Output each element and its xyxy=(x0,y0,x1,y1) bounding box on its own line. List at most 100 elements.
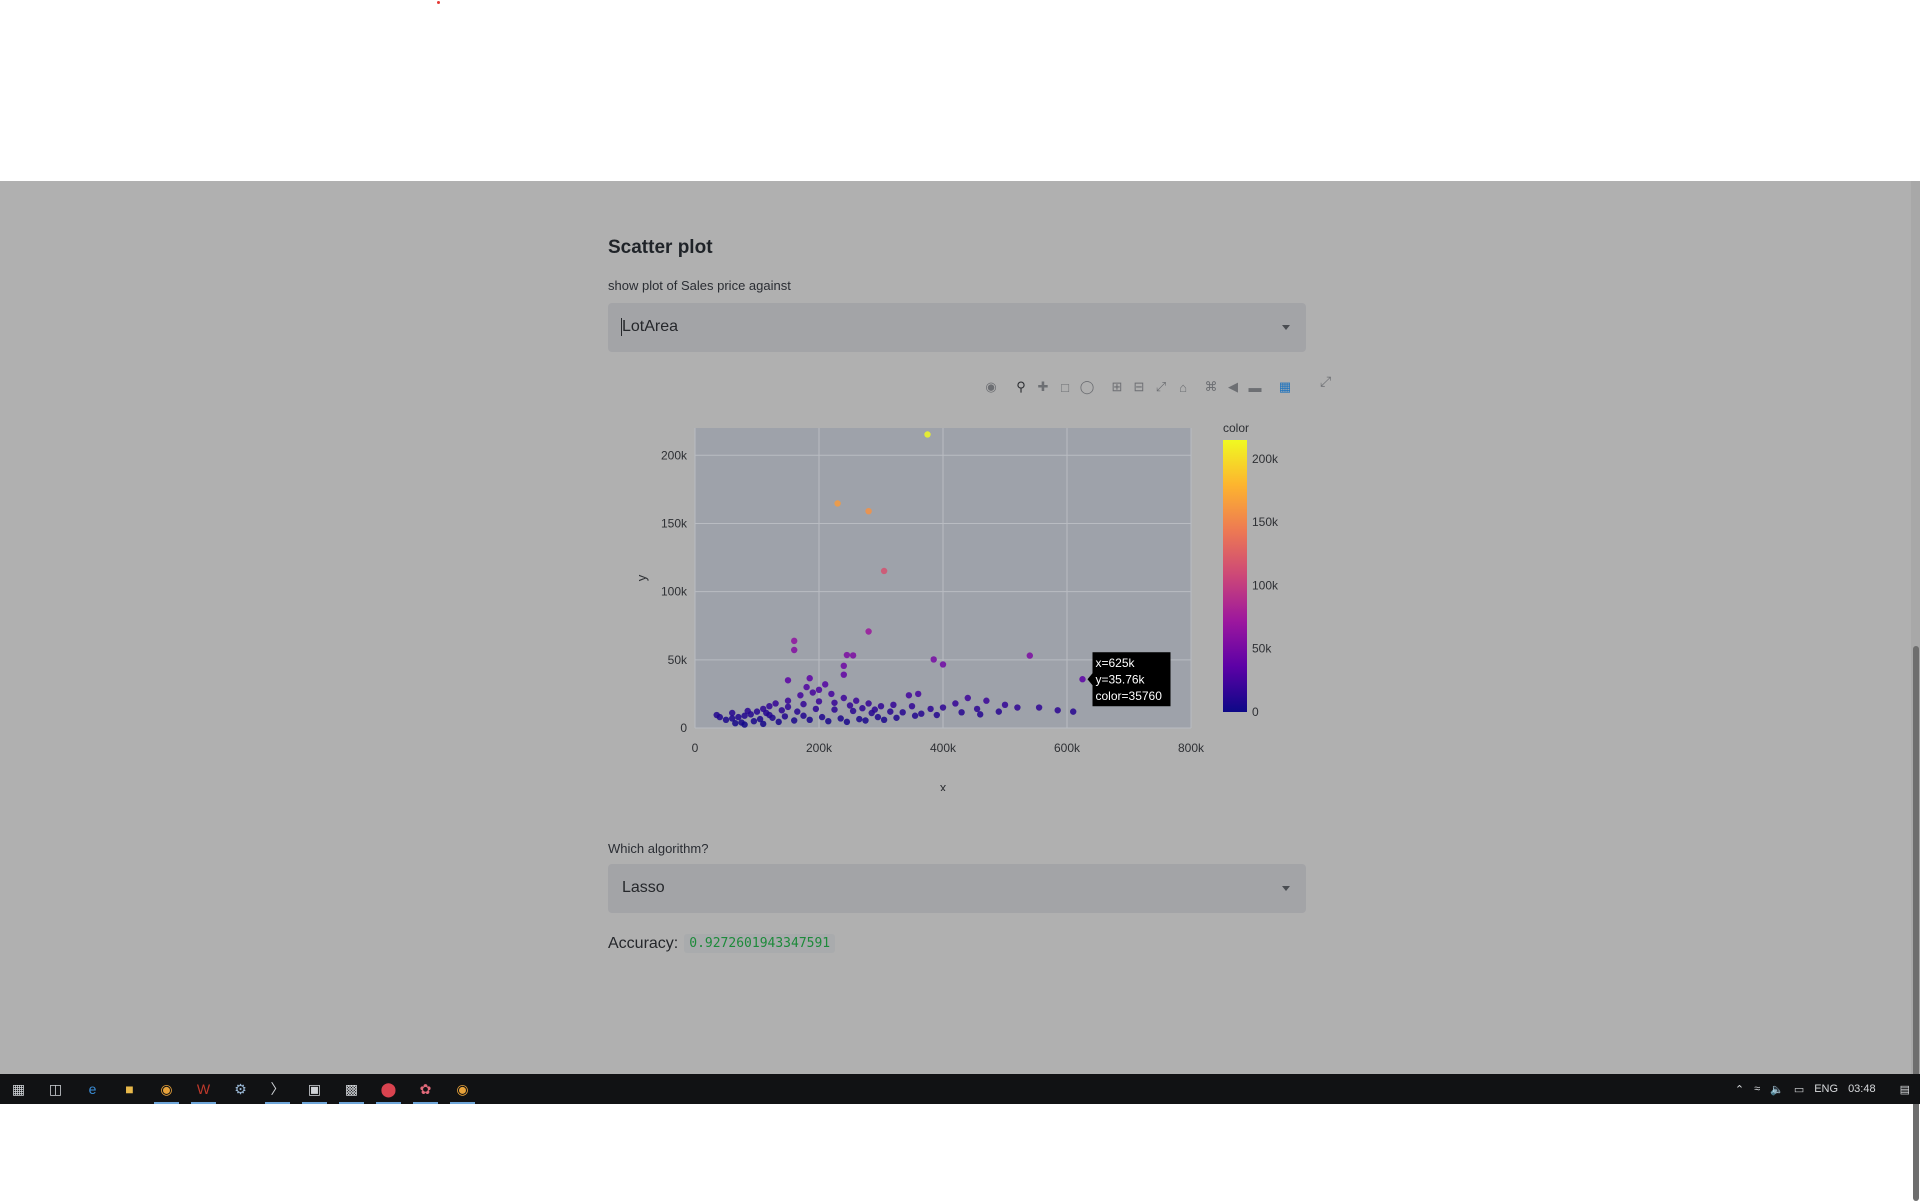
data-point xyxy=(778,707,785,714)
tooltip-line1: x=625k xyxy=(1096,656,1136,670)
data-point xyxy=(924,431,931,438)
data-point xyxy=(791,637,798,645)
data-point xyxy=(995,708,1002,715)
colorbar-tick-label: 0 xyxy=(1252,705,1259,719)
steam-icon[interactable]: ⚙ xyxy=(222,1074,259,1104)
data-point xyxy=(853,697,860,704)
data-point xyxy=(815,686,823,694)
scatter-chart[interactable]: 0 200k 400k 600k 800k 0 50k 100k 150k 200k x y color… xyxy=(608,411,1328,791)
y-tick-label: 100k xyxy=(661,585,688,599)
camera-icon[interactable]: ◉ xyxy=(980,377,1002,397)
autoscale-icon[interactable]: ⤢ xyxy=(1150,377,1172,397)
data-point xyxy=(859,705,866,712)
data-point xyxy=(1079,676,1086,683)
data-point xyxy=(809,689,816,696)
x-tick-label: 0 xyxy=(692,741,699,755)
data-point xyxy=(794,708,801,715)
accuracy-value: 0.9272601943347591 xyxy=(684,934,836,953)
data-point xyxy=(729,709,736,717)
notification-icon[interactable]: ▤ xyxy=(1900,1083,1910,1096)
data-point xyxy=(905,692,913,699)
terminal-icon[interactable]: 〉 xyxy=(259,1074,296,1104)
data-point xyxy=(887,708,894,715)
chevron-up-icon[interactable]: ⌃ xyxy=(1735,1083,1744,1096)
windows-start-icon[interactable]: ▦ xyxy=(0,1074,37,1104)
language-indicator[interactable]: ENG xyxy=(1814,1083,1838,1095)
data-point xyxy=(791,646,798,654)
hover-closest-icon[interactable]: ◀ xyxy=(1222,377,1244,397)
spike-lines-icon[interactable]: ⌘ xyxy=(1200,377,1222,397)
data-point xyxy=(843,718,851,726)
edge-icon[interactable]: e xyxy=(74,1074,111,1104)
y-tick-label: 200k xyxy=(661,448,688,462)
task-view-icon[interactable]: ◫ xyxy=(37,1074,74,1104)
system-tray: ⌃ ≈ 🔈 ▭ ENG 03:48 ▤ xyxy=(1735,1074,1920,1104)
volume-icon[interactable]: 🔈 xyxy=(1770,1083,1784,1096)
x-feature-select[interactable]: LotArea xyxy=(608,303,1306,352)
colorbar-tick-label: 150k xyxy=(1252,515,1279,529)
settings-icon[interactable]: ✿ xyxy=(407,1074,444,1104)
data-point xyxy=(732,720,739,727)
zoom-icon[interactable]: ⚲ xyxy=(1010,377,1032,397)
photos-icon[interactable]: ▣ xyxy=(296,1074,333,1104)
box-select-icon[interactable]: □ xyxy=(1054,377,1076,397)
data-point xyxy=(818,713,826,721)
fullscreen-icon[interactable]: ⤢ xyxy=(1320,373,1331,390)
y-tick-label: 0 xyxy=(680,721,687,735)
data-point xyxy=(784,697,792,704)
zoom-in-icon[interactable]: ⊞ xyxy=(1106,377,1128,397)
data-point xyxy=(806,675,813,682)
algorithm-select[interactable]: Lasso xyxy=(608,864,1306,913)
lasso-select-icon[interactable]: ◯ xyxy=(1076,377,1098,397)
battery-icon[interactable]: ▭ xyxy=(1794,1083,1804,1096)
data-point xyxy=(815,698,823,705)
taskbar: ▦ ◫ e ■ ◉ W ⚙ 〉 ▣ ▩ ⬤ ✿ ◉ ⌃ ≈ 🔈 ▭ ENG 03… xyxy=(0,1074,1920,1104)
network-icon[interactable]: ≈ xyxy=(1754,1083,1760,1095)
tooltip-line3: color=35760 xyxy=(1096,689,1163,703)
reset-axes-icon[interactable]: ⌂ xyxy=(1172,377,1194,397)
data-point xyxy=(784,677,792,684)
chrome-canary-icon[interactable]: ◉ xyxy=(444,1074,481,1104)
data-point xyxy=(911,712,919,719)
data-point xyxy=(766,702,773,710)
chrome-icon[interactable]: ◉ xyxy=(148,1074,185,1104)
data-point xyxy=(1035,704,1043,711)
data-point xyxy=(952,700,959,707)
zoom-out-icon[interactable]: ⊟ xyxy=(1128,377,1150,397)
data-point xyxy=(772,700,779,707)
scrollbar-thumb[interactable] xyxy=(1913,646,1919,1201)
data-point xyxy=(831,699,838,706)
data-point xyxy=(893,714,900,721)
plot-modebar: ◉ ⚲ ✚ □ ◯ ⊞ ⊟ ⤢ ⌂ ⌘ ◀ ▬ ▦ xyxy=(980,377,1296,397)
data-point xyxy=(915,690,922,698)
data-point xyxy=(871,706,878,713)
x-feature-select-value: LotArea xyxy=(622,318,679,335)
data-point xyxy=(791,717,798,724)
page-header-area xyxy=(0,0,1920,181)
x-tick-label: 800k xyxy=(1178,741,1205,755)
x-tick-label: 200k xyxy=(806,741,833,755)
clock[interactable]: 03:48 xyxy=(1848,1083,1876,1095)
plotly-logo-icon[interactable]: ▦ xyxy=(1274,377,1296,397)
data-point xyxy=(865,700,872,707)
data-point xyxy=(862,717,869,724)
hover-compare-icon[interactable]: ▬ xyxy=(1244,377,1266,397)
scrollbar[interactable] xyxy=(1911,181,1920,1201)
data-point xyxy=(822,681,829,688)
data-point xyxy=(880,716,888,724)
data-point xyxy=(880,567,888,575)
data-point xyxy=(1054,707,1061,714)
app-red-icon[interactable]: ⬤ xyxy=(370,1074,407,1104)
data-point xyxy=(874,713,882,721)
chevron-down-icon xyxy=(1282,325,1290,330)
x-axis-title: x xyxy=(940,780,947,791)
data-point xyxy=(890,701,897,709)
data-point xyxy=(840,671,847,678)
data-point xyxy=(1070,708,1077,715)
pan-icon[interactable]: ✚ xyxy=(1032,377,1054,397)
colorbar-title: color xyxy=(1223,421,1249,435)
cmd-icon[interactable]: ▩ xyxy=(333,1074,370,1104)
file-explorer-icon[interactable]: ■ xyxy=(111,1074,148,1104)
app-icon[interactable]: W xyxy=(185,1074,222,1104)
data-point xyxy=(908,702,916,710)
